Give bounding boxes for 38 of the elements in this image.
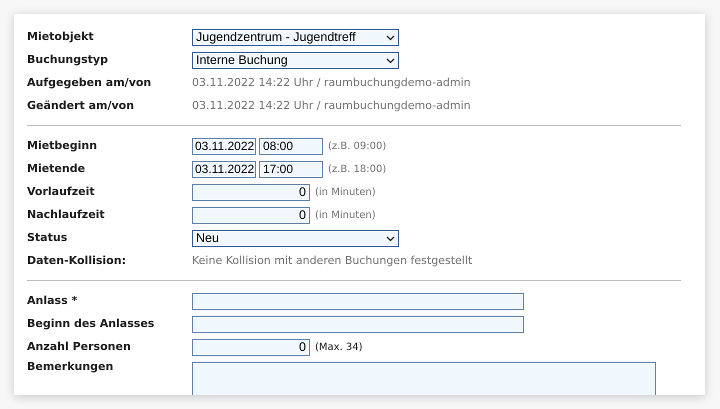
field-label: Beginn des Anlasses	[27, 316, 156, 332]
time-field[interactable]: 17:00	[259, 161, 323, 178]
dropdown[interactable]: Jugendzentrum - Jugendtreff	[192, 29, 399, 46]
hint-text: (Max. 34)	[315, 341, 363, 355]
field-label: Anzahl Personen	[27, 339, 132, 356]
input-field[interactable]	[192, 316, 524, 333]
hint-text: (in Minuten)	[315, 186, 376, 200]
number-field[interactable]: 0	[192, 184, 310, 201]
caret-icon	[386, 34, 395, 40]
field-label: Vorlaufzeit	[27, 184, 96, 200]
info-text: Keine Kollision mit anderen Buchungen festgestellt	[192, 253, 472, 270]
field-label: Mietbeginn	[27, 138, 98, 154]
caret-icon	[386, 58, 395, 64]
info-text: 03.11.2022 14:22 Uhr / raumbuchungdemo-admin	[192, 75, 471, 92]
caret-icon	[386, 236, 395, 242]
field-label: Daten-Kollision:	[27, 253, 127, 270]
number-field[interactable]: 0	[192, 339, 310, 356]
date-field[interactable]: 03.11.2022	[192, 161, 256, 178]
field-label: Anlass *	[27, 293, 78, 310]
field-label: Bemerkungen	[27, 359, 114, 375]
field-label: Nachlaufzeit	[27, 207, 106, 224]
hint-text: (z.B. 09:00)	[328, 140, 386, 154]
hint-text: (in Minuten)	[315, 209, 376, 223]
number-field[interactable]: 0	[192, 207, 310, 224]
field-label: Mietende	[27, 161, 86, 178]
date-field[interactable]: 03.11.2022	[192, 138, 256, 155]
hint-text: (z.B. 18:00)	[328, 163, 386, 177]
field-label: Status	[27, 230, 68, 246]
time-field[interactable]: 08:00	[259, 138, 323, 155]
field-label: Geändert am/von	[27, 98, 136, 114]
field-label: Mietobjekt	[27, 29, 95, 46]
info-text: 03.11.2022 14:22 Uhr / raumbuchungdemo-admin	[192, 98, 471, 114]
input-field[interactable]	[192, 293, 524, 310]
dropdown[interactable]: Neu	[192, 230, 399, 247]
dropdown[interactable]: Interne Buchung	[192, 52, 399, 69]
text-area[interactable]	[192, 362, 656, 395]
field-label: Aufgegeben am/von	[27, 75, 152, 92]
field-label: Buchungstyp	[27, 52, 109, 68]
